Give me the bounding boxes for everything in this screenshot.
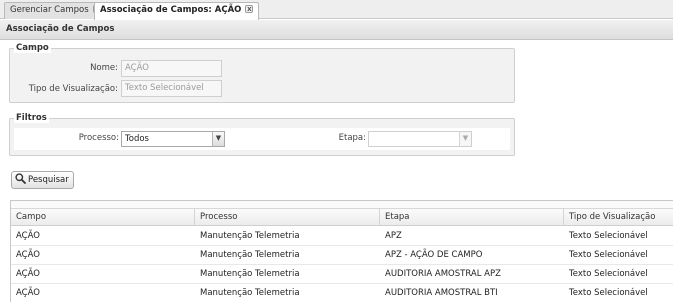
tab-gerenciar-campos[interactable]: Gerenciar Camposx xyxy=(4,2,107,19)
tab-associacao-campos[interactable]: Associação de Campos: AÇÃO x xyxy=(94,2,260,20)
campo-legend: Campo xyxy=(14,43,51,53)
magnifier-icon xyxy=(15,173,26,184)
chevron-down-icon[interactable]: ▼ xyxy=(212,132,224,146)
cell-tipo-visualizacao: Texto Selecionável xyxy=(569,250,648,260)
results-grid: Campo Processo Etapa Tipo de Visualizaçã… xyxy=(10,200,673,302)
filtros-row: Processo: Todos ▼ Etapa: ▼ xyxy=(14,128,510,150)
tab-bar: Gerenciar Camposx Associação de Campos: … xyxy=(0,0,673,20)
grid-toolbar xyxy=(11,201,673,209)
column-header-tipo-visualizacao[interactable]: Tipo de Visualização xyxy=(564,209,673,226)
table-row[interactable]: AÇÃO Manutenção Telemetria APZ - AÇÃO DE… xyxy=(11,246,673,265)
etapa-label: Etapa: xyxy=(338,133,366,143)
tipo-visualizacao-field[interactable]: Texto Selecionável xyxy=(121,80,222,97)
processo-label: Processo: xyxy=(78,133,119,143)
close-icon[interactable]: x xyxy=(245,5,254,13)
nome-field[interactable]: AÇÃO xyxy=(121,60,222,77)
processo-value: Todos xyxy=(125,134,149,144)
nome-label: Nome: xyxy=(90,63,118,73)
etapa-select[interactable]: ▼ xyxy=(368,131,472,147)
tab-label: Gerenciar Campos xyxy=(10,5,89,15)
cell-etapa: APZ - AÇÃO DE CAMPO xyxy=(385,250,483,260)
cell-campo: AÇÃO xyxy=(16,231,40,241)
panel-title: Associação de Campos xyxy=(6,24,115,34)
chevron-down-icon[interactable]: ▼ xyxy=(459,132,471,146)
cell-processo: Manutenção Telemetria xyxy=(200,288,300,298)
panel-header: Associação de Campos xyxy=(0,20,673,40)
table-row[interactable]: AÇÃO Manutenção Telemetria APZ Texto Sel… xyxy=(11,227,673,246)
processo-select[interactable]: Todos ▼ xyxy=(121,131,225,147)
cell-processo: Manutenção Telemetria xyxy=(200,269,300,279)
cell-campo: AÇÃO xyxy=(16,250,40,260)
cell-etapa: AUDITORIA AMOSTRAL APZ xyxy=(385,269,501,279)
column-header-etapa[interactable]: Etapa xyxy=(380,209,564,226)
cell-campo: AÇÃO xyxy=(16,288,40,298)
filtros-fieldset: Filtros Processo: Todos ▼ Etapa: ▼ xyxy=(9,113,515,156)
tipo-visualizacao-label: Tipo de Visualização: xyxy=(28,84,118,94)
pesquisar-button[interactable]: Pesquisar xyxy=(11,171,74,189)
cell-etapa: APZ xyxy=(385,231,402,241)
campo-fieldset: Campo Nome: AÇÃO Tipo de Visualização: T… xyxy=(9,43,515,103)
table-row[interactable]: AÇÃO Manutenção Telemetria AUDITORIA AMO… xyxy=(11,284,673,302)
cell-tipo-visualizacao: Texto Selecionável xyxy=(569,269,648,279)
cell-tipo-visualizacao: Texto Selecionável xyxy=(569,288,648,298)
cell-etapa: AUDITORIA AMOSTRAL BTI xyxy=(385,288,498,298)
column-header-campo[interactable]: Campo xyxy=(11,209,195,226)
filtros-legend: Filtros xyxy=(14,113,49,123)
cell-processo: Manutenção Telemetria xyxy=(200,250,300,260)
grid-header: Campo Processo Etapa Tipo de Visualizaçã… xyxy=(11,209,673,226)
column-header-processo[interactable]: Processo xyxy=(195,209,380,226)
tab-label: Associação de Campos: AÇÃO xyxy=(100,5,242,15)
pesquisar-label: Pesquisar xyxy=(28,175,69,185)
cell-processo: Manutenção Telemetria xyxy=(200,231,300,241)
table-row[interactable]: AÇÃO Manutenção Telemetria AUDITORIA AMO… xyxy=(11,265,673,284)
cell-tipo-visualizacao: Texto Selecionável xyxy=(569,231,648,241)
cell-campo: AÇÃO xyxy=(16,269,40,279)
